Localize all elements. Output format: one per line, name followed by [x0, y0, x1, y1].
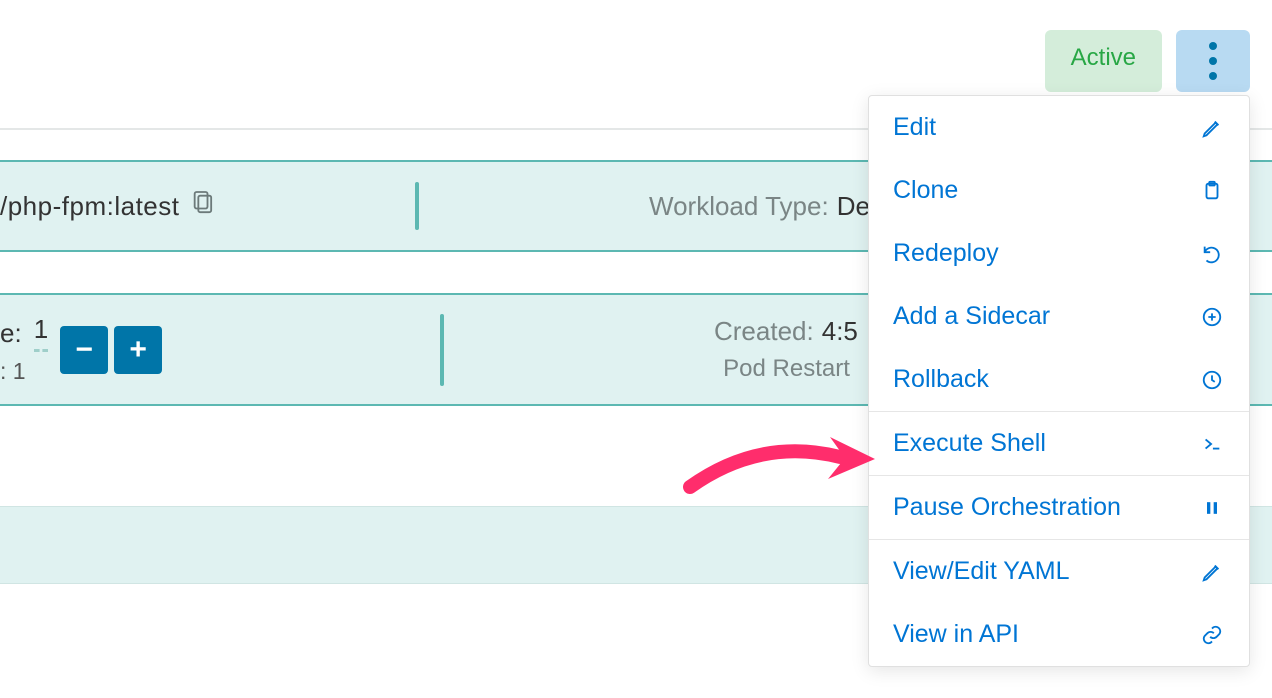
pencil-icon [1199, 115, 1225, 141]
scale-value: 1 [34, 314, 48, 352]
menu-label: Rollback [893, 365, 989, 394]
undo-icon [1199, 241, 1225, 267]
pod-restarts-label: Pod Restart [723, 355, 850, 382]
menu-label: Pause Orchestration [893, 493, 1121, 522]
clipboard-icon [1199, 178, 1225, 204]
scale-labels: e: 1 : 1 [0, 314, 48, 385]
vertical-divider [415, 182, 419, 230]
status-badge: Active [1045, 30, 1162, 92]
annotation-arrow [680, 417, 880, 517]
menu-label: View in API [893, 620, 1019, 649]
scale-label-fragment: e: [0, 318, 22, 349]
link-icon [1199, 622, 1225, 648]
menu-item-view-in-api[interactable]: View in API [869, 603, 1249, 666]
workload-type-value: De [837, 191, 870, 221]
kebab-dot-icon [1209, 57, 1217, 65]
kebab-dot-icon [1209, 42, 1217, 50]
pause-icon [1199, 495, 1225, 521]
menu-item-rollback[interactable]: Rollback [869, 348, 1249, 411]
scale-stepper: − + [60, 326, 162, 374]
plus-circle-icon [1199, 304, 1225, 330]
scale-down-button[interactable]: − [60, 326, 108, 374]
scale-cell: e: 1 : 1 − + [0, 314, 415, 385]
menu-item-redeploy[interactable]: Redeploy [869, 222, 1249, 285]
menu-label: Execute Shell [893, 429, 1046, 458]
created-value: 4:5 [822, 316, 858, 346]
menu-label: View/Edit YAML [893, 557, 1069, 586]
image-name-text: /php-fpm:latest [0, 191, 179, 222]
image-name-cell: /php-fpm:latest [0, 190, 415, 223]
menu-label: Add a Sidecar [893, 302, 1050, 331]
copy-icon[interactable] [191, 190, 213, 223]
menu-label: Clone [893, 176, 958, 205]
header-actions: Active [1045, 30, 1250, 92]
menu-item-execute-shell[interactable]: Execute Shell [869, 411, 1249, 475]
vertical-divider [440, 314, 444, 386]
menu-label: Redeploy [893, 239, 999, 268]
actions-menu-button[interactable] [1176, 30, 1250, 92]
menu-item-add-sidecar[interactable]: Add a Sidecar [869, 285, 1249, 348]
history-icon [1199, 367, 1225, 393]
workload-type-label: Workload Type: [649, 191, 829, 221]
secondary-count: : 1 [0, 358, 26, 385]
created-cell: Created: 4:5 Pod Restart [474, 316, 858, 383]
kebab-dot-icon [1209, 72, 1217, 80]
created-label: Created: [714, 316, 814, 346]
scale-up-button[interactable]: + [114, 326, 162, 374]
menu-item-view-edit-yaml[interactable]: View/Edit YAML [869, 539, 1249, 603]
menu-item-pause-orchestration[interactable]: Pause Orchestration [869, 475, 1249, 539]
actions-dropdown: Edit Clone Redeploy Add a Sidecar Rollba… [868, 95, 1250, 667]
menu-item-edit[interactable]: Edit [869, 96, 1249, 159]
pencil-icon [1199, 559, 1225, 585]
workload-type-cell: Workload Type: De [449, 191, 870, 222]
menu-item-clone[interactable]: Clone [869, 159, 1249, 222]
terminal-icon [1199, 431, 1225, 457]
menu-label: Edit [893, 113, 936, 142]
